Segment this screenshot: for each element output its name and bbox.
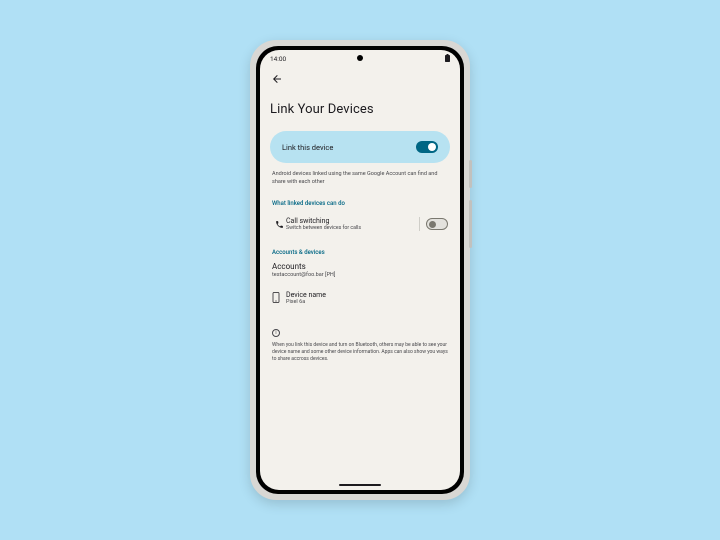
link-device-label: Link this device [282,143,333,152]
arrow-back-icon [271,73,283,85]
info-section: i When you link this device and turn on … [272,319,448,363]
link-device-toggle-card[interactable]: Link this device [270,131,450,163]
capabilities-header: What linked devices can do [272,200,448,207]
content: Link Your Devices Link this device Andro… [260,102,460,363]
accounts-header: Accounts & devices [272,249,448,256]
status-time: 14:00 [270,55,286,63]
battery-icon [445,54,450,64]
power-button [469,160,472,188]
accounts-row[interactable]: Accounts testaccount@foo.bar [PH] [270,262,450,278]
status-icons [445,54,450,64]
call-switching-body: Call switching Switch between devices fo… [286,217,420,231]
bezel: 14:00 Link Your Devices Link this device [256,46,464,494]
device-row[interactable]: Device name Pixel 6a [272,288,448,307]
accounts-value: testaccount@foo.bar [PH] [272,272,448,278]
camera-dot [357,55,363,61]
info-icon: i [272,329,280,337]
back-button[interactable] [270,72,284,86]
call-switching-row[interactable]: Call switching Switch between devices fo… [270,213,450,235]
phone-icon [272,220,286,229]
info-text: When you link this device and turn on Bl… [272,342,448,363]
gesture-bar[interactable] [339,484,381,486]
top-bar [260,68,460,86]
screen: 14:00 Link Your Devices Link this device [260,50,460,490]
page-title: Link Your Devices [270,102,450,117]
call-switching-switch[interactable] [426,218,448,230]
link-device-switch[interactable] [416,141,438,153]
device-body: Device name Pixel 6a [286,291,326,305]
volume-button [469,200,472,248]
device-value: Pixel 6a [286,299,326,305]
link-description: Android devices linked using the same Go… [272,171,448,186]
device-title: Device name [286,291,326,299]
phone-device-icon [272,288,286,307]
call-switching-subtitle: Switch between devices for calls [286,225,413,231]
accounts-title: Accounts [272,262,448,271]
phone-frame: 14:00 Link Your Devices Link this device [250,40,470,500]
